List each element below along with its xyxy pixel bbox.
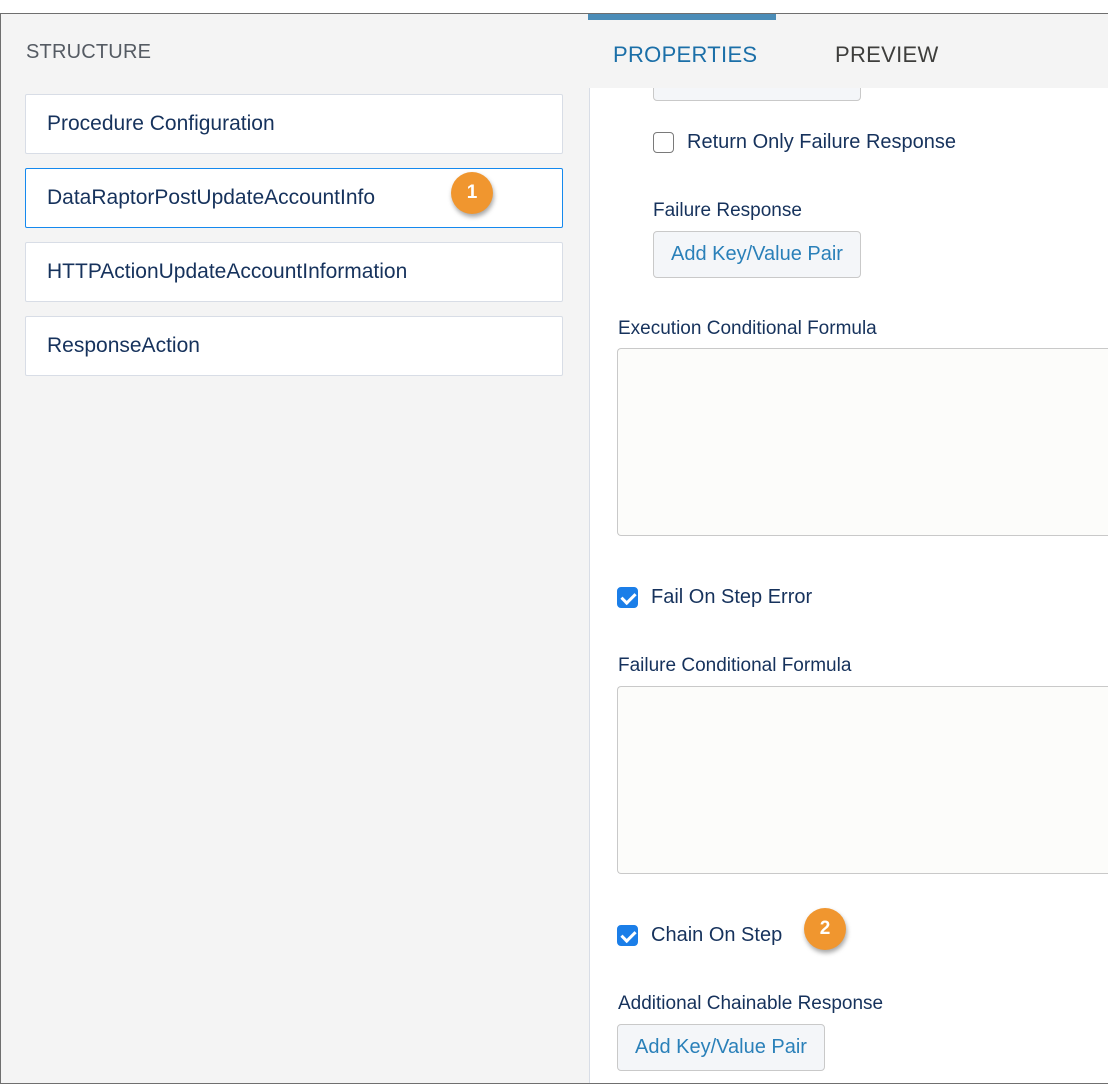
failure-formula-textarea[interactable] (617, 686, 1108, 874)
editor-frame: STRUCTURE Procedure Configuration DataRa… (0, 13, 1108, 1084)
properties-panel: PROPERTIES PREVIEW Return Only Failure R… (588, 14, 1108, 1083)
chain-on-step-checkbox[interactable] (617, 925, 638, 946)
failure-formula-label: Failure Conditional Formula (618, 655, 852, 676)
add-key-value-button-hidden[interactable] (653, 88, 861, 101)
return-only-failure-label: Return Only Failure Response (687, 131, 957, 153)
tab-preview[interactable]: PREVIEW (835, 42, 939, 68)
structure-item-http-action[interactable]: HTTPActionUpdateAccountInformation (25, 242, 563, 302)
structure-item-procedure-configuration[interactable]: Procedure Configuration (25, 94, 563, 154)
structure-item-label: HTTPActionUpdateAccountInformation (47, 260, 408, 283)
structure-item-label: ResponseAction (47, 334, 200, 357)
fail-on-step-error-label: Fail On Step Error (651, 586, 813, 608)
fail-on-step-error-row[interactable]: Fail On Step Error (617, 586, 812, 609)
return-only-failure-row[interactable]: Return Only Failure Response (653, 131, 956, 154)
structure-title: STRUCTURE (26, 41, 152, 63)
structure-item-label: Procedure Configuration (47, 112, 275, 135)
failure-response-add-button[interactable]: Add Key/Value Pair (653, 231, 861, 278)
tab-properties[interactable]: PROPERTIES (613, 42, 757, 68)
additional-chainable-add-button[interactable]: Add Key/Value Pair (617, 1024, 825, 1071)
callout-badge-2: 2 (804, 908, 846, 950)
execution-formula-label: Execution Conditional Formula (618, 318, 877, 339)
chain-on-step-row[interactable]: Chain On Step (617, 924, 782, 947)
callout-badge-1: 1 (451, 172, 493, 214)
structure-item-response-action[interactable]: ResponseAction (25, 316, 563, 376)
failure-response-label: Failure Response (653, 200, 802, 221)
fail-on-step-error-checkbox[interactable] (617, 587, 638, 608)
additional-chainable-label: Additional Chainable Response (618, 993, 884, 1014)
structure-item-label: DataRaptorPostUpdateAccountInfo (47, 186, 376, 209)
return-only-failure-checkbox[interactable] (653, 132, 674, 153)
chain-on-step-label: Chain On Step (651, 924, 783, 946)
active-tab-indicator (588, 14, 776, 20)
properties-content: Return Only Failure Response Failure Res… (589, 88, 1108, 1083)
execution-formula-textarea[interactable] (617, 348, 1108, 536)
